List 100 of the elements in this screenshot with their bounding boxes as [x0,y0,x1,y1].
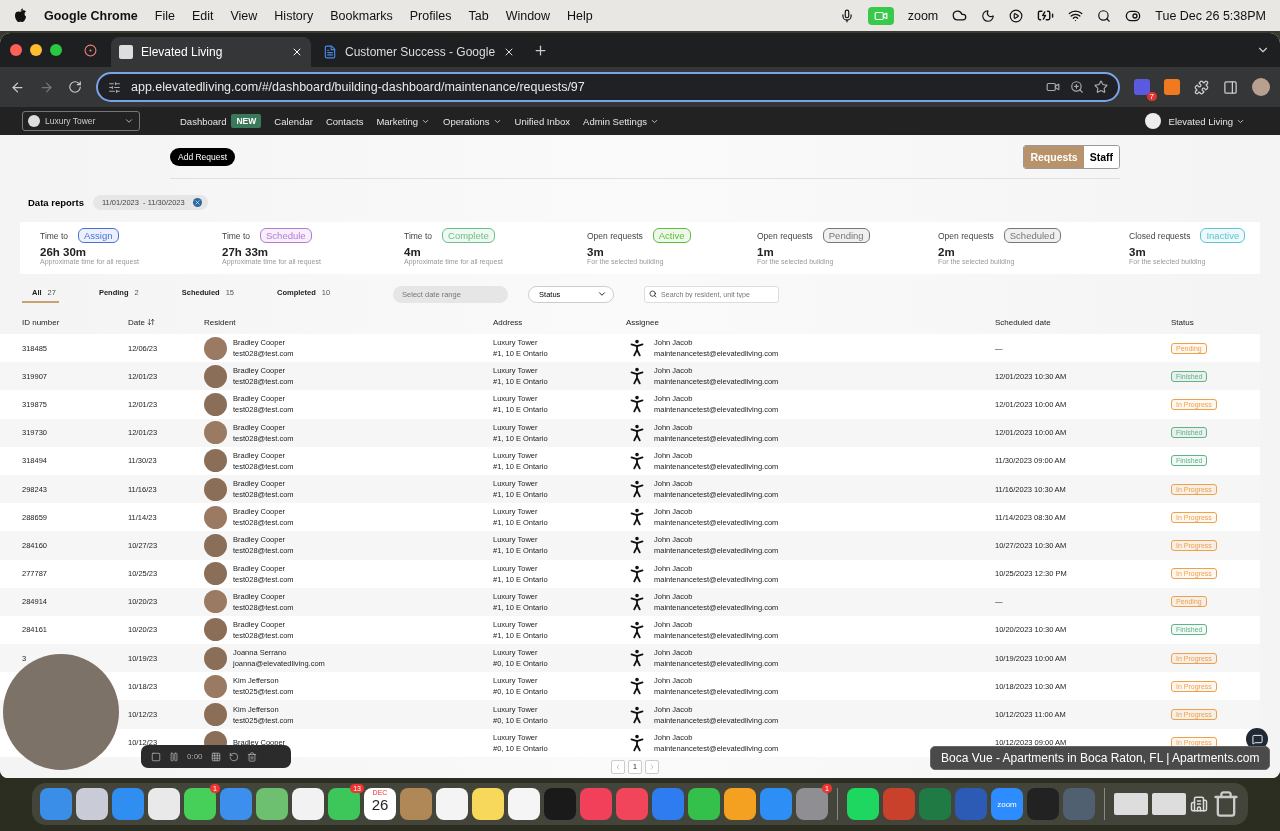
stat-tag: Pending [822,228,870,243]
window-thumbnail[interactable] [1152,793,1186,815]
zoom-menu-label[interactable]: zoom [907,8,939,23]
nav-link[interactable]: Admin Settings [583,115,659,127]
section-title: Data reports [28,197,84,208]
user-avatar[interactable] [1144,113,1161,129]
profile-avatar[interactable] [1252,78,1270,96]
nav-link[interactable]: Calendar [274,115,313,127]
close-window-button[interactable] [10,44,22,56]
new-tab-icon[interactable] [533,42,549,58]
nav-link[interactable]: Unified Inbox [514,115,571,127]
tooltip: Boca Vue - Apartments in Boca Raton, FL | Apartments.com [930,746,1271,770]
clear-icon[interactable] [192,198,202,207]
stat-value: 26h 30m [40,246,88,258]
resident-avatar [204,618,227,642]
address-bar[interactable]: app.elevatedliving.com/#/dashboard/building-dashboard/maintenance/requests/97 [96,72,1120,102]
trash-icon[interactable] [1212,790,1240,818]
dock-app-icon[interactable] [724,788,756,820]
menu-item[interactable]: Edit [191,8,214,23]
add-request-button[interactable]: Add Request [170,147,236,166]
menu-item[interactable]: File [154,8,175,23]
apple-logo-icon[interactable] [14,8,27,23]
close-tab-icon[interactable] [291,46,303,58]
browser-tab[interactable]: Customer Success - Google [315,37,524,67]
building-select[interactable]: Luxury Tower [22,111,140,131]
sort-icon[interactable] [146,318,155,326]
dock-app-icon[interactable] [76,788,108,820]
chevron-down-icon [124,116,134,126]
resident-avatar [204,477,227,501]
camera-icon[interactable] [1046,80,1060,94]
stat-value: 4m [404,246,422,258]
menu-item[interactable]: Help [567,8,593,23]
bookmark-star-icon[interactable] [1094,80,1108,94]
pause-icon[interactable] [169,751,179,762]
forward-icon[interactable] [39,79,54,95]
wifi-icon[interactable] [1068,8,1084,23]
browser-tab[interactable]: Elevated Living [111,37,311,67]
menu-item[interactable]: Window [505,8,551,23]
user-menu[interactable]: Elevated Living [1168,115,1245,127]
calendar-day: 26 [371,796,389,813]
stop-icon[interactable] [151,751,161,762]
nav-link[interactable]: Dashboard [180,115,227,127]
cloud-icon[interactable] [952,8,968,23]
grid-icon[interactable] [210,751,221,762]
back-icon[interactable] [10,79,25,95]
nav-link[interactable]: Contacts [325,115,364,127]
menu-bar-clock: Tue Dec 26 5:38PM [1155,8,1266,23]
stat-value: 3m [587,246,605,258]
menu-item[interactable]: Bookmarks [330,8,393,23]
stat-label: Closed requests [1129,230,1191,241]
resident-avatar [204,505,227,529]
site-settings-icon[interactable] [108,80,121,94]
minimize-window-button[interactable] [30,44,42,56]
stat-label: Open requests [587,230,643,241]
play-icon[interactable] [1009,8,1024,23]
chevron-left-icon [614,762,622,771]
nav-link[interactable]: Operations [443,115,502,127]
resident-avatar [204,421,227,445]
dock-app-icon[interactable] [256,788,288,820]
extensions-icon[interactable] [1194,79,1209,95]
document-icon [323,45,337,59]
microphone-icon[interactable] [839,8,854,23]
window-thumbnail[interactable] [1114,793,1148,815]
stat-value: 3m [1129,246,1147,258]
chat-icon [1251,733,1263,745]
menu-item[interactable]: History [274,8,314,23]
dock-app-icon[interactable] [436,788,468,820]
resident-avatar [204,590,227,614]
resident-avatar [204,336,227,360]
dock-app-icon[interactable] [472,788,504,820]
chevron-down-icon [597,289,608,299]
dock-app-icon[interactable] [508,788,540,820]
stat-value: 1m [757,246,775,258]
zoom-icon[interactable] [1070,80,1084,94]
zoom-window-button[interactable] [50,44,62,56]
moon-icon[interactable] [981,8,996,23]
menu-item[interactable]: View [230,8,258,23]
building-icon[interactable] [1190,795,1208,813]
dock-app-icon[interactable] [688,788,720,820]
stat-tag: Schedule [260,228,312,243]
view-toggle-button[interactable]: Staff [1083,145,1119,168]
resident-avatar [204,364,227,388]
stat-label: Open requests [938,230,994,241]
app-name[interactable]: Google Chrome [44,8,138,23]
column-header[interactable]: Date [128,317,204,327]
menu-item[interactable]: Tab [468,8,489,23]
reload-icon[interactable] [68,80,82,94]
dock-app-icon[interactable] [847,788,879,820]
stat-label: Open requests [757,230,813,241]
nav-link[interactable]: Marketing [376,115,431,127]
stat-tag: Scheduled [1003,228,1061,243]
search-icon[interactable] [1097,8,1112,23]
record-icon[interactable] [84,43,97,57]
dock-app-icon[interactable] [292,788,324,820]
dock-app-icon[interactable] [148,788,180,820]
menu-item[interactable]: Profiles [409,8,452,23]
side-panel-icon[interactable] [1223,79,1238,95]
stat-label: Time to [40,230,69,241]
delete-icon[interactable] [246,751,257,762]
restart-icon[interactable] [228,751,239,762]
